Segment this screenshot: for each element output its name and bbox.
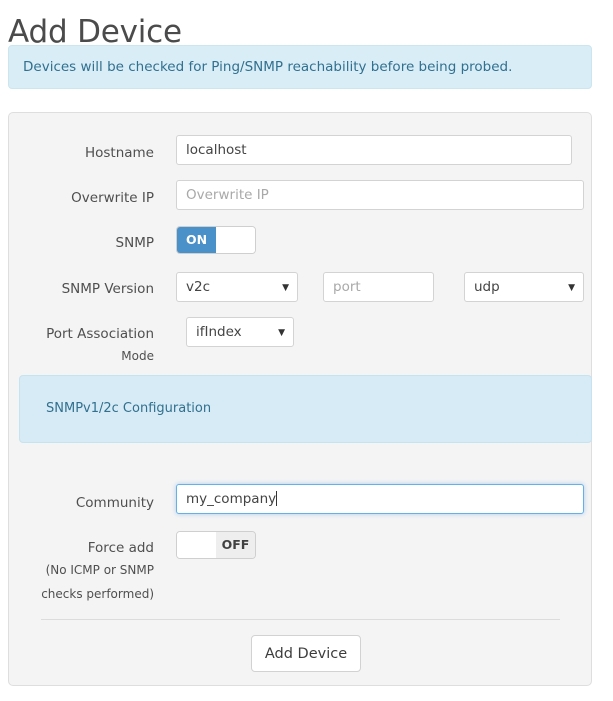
snmp-version-label: SNMP Version — [61, 281, 154, 297]
overwrite-ip-placeholder: Overwrite IP — [186, 187, 269, 203]
snmp-version-select[interactable]: v2c ▼ — [176, 272, 298, 302]
hostname-input[interactable]: localhost — [176, 135, 572, 165]
add-device-form-panel: Hostname localhost Overwrite IP Overwrit… — [8, 112, 592, 686]
add-device-button[interactable]: Add Device — [251, 635, 361, 672]
snmp-transport-selected: udp — [474, 279, 500, 295]
snmp-label: SNMP — [115, 235, 154, 251]
snmp-version-selected: v2c — [186, 279, 211, 295]
form-divider — [41, 619, 560, 620]
community-input-value: my_company — [186, 491, 277, 507]
snmp-transport-select[interactable]: udp ▼ — [464, 272, 584, 302]
chevron-down-icon: ▼ — [282, 283, 289, 293]
hostname-input-value: localhost — [186, 142, 247, 158]
port-association-mode-label-line1: Port Association — [46, 326, 154, 342]
snmp-port-input[interactable]: port — [323, 272, 434, 302]
snmp-config-section: SNMPv1/2c Configuration — [19, 375, 592, 443]
chevron-down-icon: ▼ — [568, 283, 575, 293]
snmp-port-placeholder: port — [333, 279, 361, 295]
info-alert: Devices will be checked for Ping/SNMP re… — [8, 45, 592, 89]
add-device-page: Add Device Devices will be checked for P… — [0, 0, 613, 701]
text-cursor — [276, 491, 278, 506]
force-add-sublabel-line1: (No ICMP or SNMP — [45, 563, 154, 577]
port-association-mode-selected: ifIndex — [196, 324, 242, 340]
snmp-toggle-knob — [216, 227, 255, 253]
chevron-down-icon: ▼ — [278, 328, 285, 338]
community-input[interactable]: my_company — [176, 484, 584, 514]
snmp-config-section-title: SNMPv1/2c Configuration — [46, 401, 212, 416]
force-add-toggle-off-label: OFF — [216, 532, 255, 558]
community-label: Community — [75, 495, 154, 511]
force-add-toggle-knob — [177, 532, 216, 558]
snmp-toggle-on-label: ON — [177, 227, 216, 253]
force-add-sublabel-line2: checks performed) — [41, 587, 154, 601]
port-association-mode-label: Port Association Mode — [9, 325, 154, 368]
overwrite-ip-label: Overwrite IP — [71, 190, 154, 206]
port-association-mode-label-line2: Mode — [121, 349, 154, 363]
port-association-mode-select[interactable]: ifIndex ▼ — [186, 317, 294, 347]
hostname-label: Hostname — [84, 145, 154, 161]
force-add-label-main: Force add — [87, 540, 154, 556]
info-alert-message: Devices will be checked for Ping/SNMP re… — [23, 59, 513, 75]
snmp-toggle[interactable]: ON — [176, 226, 256, 254]
force-add-label: Force add (No ICMP or SNMP checks perfor… — [9, 539, 154, 606]
force-add-toggle[interactable]: OFF — [176, 531, 256, 559]
overwrite-ip-input[interactable]: Overwrite IP — [176, 180, 584, 210]
